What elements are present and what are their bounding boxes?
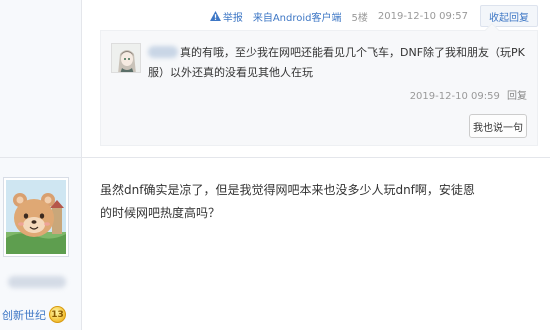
author-avatar[interactable] xyxy=(3,177,69,257)
reply-text: 真的有哦，至少我在网吧还能看见几个飞车，DNF除了我和朋友（玩PK服）以外还真的… xyxy=(148,46,525,79)
report-link[interactable]: 举报 xyxy=(209,9,243,24)
level-badge-icon[interactable]: 13 xyxy=(49,306,66,323)
floor-number: 5楼 xyxy=(351,12,368,24)
reply-content: 真的有哦，至少我在网吧还能看见几个飞车，DNF除了我和朋友（玩PK服）以外还真的… xyxy=(148,43,532,83)
reply-link[interactable]: 回复 xyxy=(507,91,527,102)
reply-box: 真的有哦，至少我在网吧还能看见几个飞车，DNF除了我和朋友（玩PK服）以外还真的… xyxy=(100,22,538,146)
anime-avatar-icon xyxy=(112,44,140,72)
client-source[interactable]: 来自Android客户端 xyxy=(253,9,342,24)
post-tail: 举报 来自Android客户端 5楼 2019-12-10 09:57 收起回复 xyxy=(200,5,538,27)
reply-avatar[interactable] xyxy=(111,43,141,73)
author-username[interactable] xyxy=(8,276,66,288)
reply-username[interactable] xyxy=(148,46,178,58)
report-label: 举报 xyxy=(222,12,243,24)
bear-avatar-icon xyxy=(6,180,66,254)
warning-icon xyxy=(209,11,221,21)
reply-time: 2019-12-10 09:59 xyxy=(409,91,500,102)
post-datetime: 2019-12-10 09:57 xyxy=(377,10,468,22)
level-title[interactable]: 创新世纪 xyxy=(0,307,46,323)
reply-meta: 2019-12-10 09:59 回复 xyxy=(410,87,527,102)
author-level-row: 创新世纪 13 xyxy=(0,306,66,323)
say-something-button[interactable]: 我也说一句 xyxy=(469,114,527,138)
collapse-replies-button[interactable]: 收起回复 xyxy=(480,5,538,27)
post-content: 虽然dnf确实是凉了，但是我觉得网吧本来也没多少人玩dnf啊，安徒恩的时候网吧热… xyxy=(100,183,475,220)
floor-divider xyxy=(0,157,550,158)
